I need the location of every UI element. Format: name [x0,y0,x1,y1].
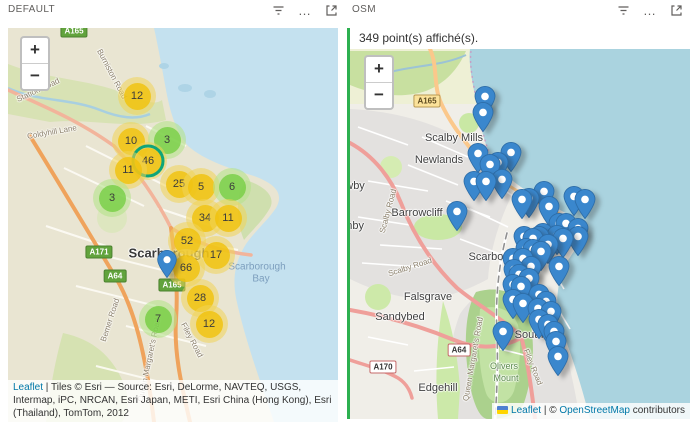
ukraine-flag-icon [497,406,508,414]
osm-map-canvas[interactable]: Scalby MillsNewlandsNewbyThroxenbyBarrow… [350,49,690,419]
map-label-place: Barrowcliff [391,207,442,219]
road-badge: A64 [448,344,471,357]
cluster-count: 12 [196,311,223,338]
map-label-road: Scalby Road [387,256,433,279]
zoom-out-button[interactable]: − [366,83,392,108]
zoom-control: + − [364,55,394,110]
more-options-icon[interactable]: … [643,6,657,16]
map-pin[interactable] [548,256,570,286]
esri-attribution: Leaflet | Tiles © Esri — Source: Esri, D… [8,380,338,422]
cluster-count: 6 [219,174,246,201]
esri-marker-layer: Station RoadBurniston RoadColdyhill Lane… [8,28,338,422]
map-label-bay: Bay [252,274,269,285]
road-badge: A171 [85,246,112,259]
map-label-place: Throxenby [350,220,364,232]
left-visual-title: DEFAULT [8,4,55,15]
map-label-place: Newlands [415,154,463,166]
osm-marker-layer: Scalby MillsNewlandsNewbyThroxenbyBarrow… [350,49,690,419]
osm-attribution: Leaflet | © OpenStreetMap contributors [492,403,690,419]
map-pin[interactable] [475,171,497,201]
road-badge: A170 [369,361,396,374]
map-pin[interactable] [492,321,514,351]
map-label-road: Filey Road [522,348,545,387]
road-badge: A165 [60,28,87,38]
cluster-count: 7 [145,306,172,333]
right-visual-title: OSM [352,4,376,15]
focus-mode-icon[interactable] [325,4,338,17]
map-label-road: Bemer Road [99,297,121,343]
map-label-bay: Scarborough [228,262,285,273]
more-options-icon[interactable]: … [298,6,312,16]
leaflet-link[interactable]: Leaflet [13,382,43,393]
map-pin[interactable] [511,189,533,219]
map-pin[interactable] [472,102,494,132]
map-pin[interactable] [574,189,596,219]
esri-attribution-text: | Tiles © Esri — Source: Esri, DeLorme, … [13,382,331,419]
map-label-place: Newby [350,180,365,192]
cluster-count: 17 [203,242,230,269]
road-badge: A64 [104,270,127,283]
map-pin[interactable] [157,250,177,278]
focus-mode-icon[interactable] [670,4,683,17]
filter-icon[interactable] [617,5,630,17]
filter-icon[interactable] [272,5,285,17]
map-label-road: Queen Margaret's Road [461,316,485,401]
zoom-out-button[interactable]: − [22,64,48,89]
right-visual-toolbar: … [617,4,683,17]
esri-map-canvas[interactable]: Station RoadBurniston RoadColdyhill Lane… [8,28,338,422]
cluster-marker[interactable]: 3 [93,179,131,217]
zoom-in-button[interactable]: + [366,57,392,83]
zoom-control: + − [20,36,50,91]
cluster-marker[interactable]: 11 [209,199,247,237]
cluster-marker[interactable]: 7 [139,300,177,338]
leaflet-link[interactable]: Leaflet [511,405,541,416]
osm-visual-container: 349 point(s) affiché(s). [347,28,690,419]
points-displayed-status: 349 point(s) affiché(s). [350,28,690,49]
openstreetmap-link[interactable]: OpenStreetMap [559,405,630,416]
map-label-place: Falsgrave [404,291,452,303]
attribution-suffix: contributors [630,405,685,416]
cluster-count: 5 [188,174,215,201]
cluster-marker[interactable]: 12 [190,305,228,343]
attribution-separator: | © [541,405,559,416]
zoom-in-button[interactable]: + [22,38,48,64]
map-label-place: Sandybed [375,311,425,323]
cluster-count: 11 [215,205,242,232]
map-pin[interactable] [547,346,569,376]
map-label-road: Coldyhill Lane [26,123,77,141]
road-badge: A165 [413,95,440,108]
cluster-count: 3 [99,185,126,212]
cluster-marker[interactable]: 12 [118,77,156,115]
map-pin[interactable] [446,201,468,231]
map-label-park: Olivers [490,361,518,371]
map-label-place: Edgehill [418,382,457,394]
left-visual-toolbar: … [272,4,338,17]
map-label-park: Mount [493,373,518,383]
cluster-count: 12 [124,83,151,110]
